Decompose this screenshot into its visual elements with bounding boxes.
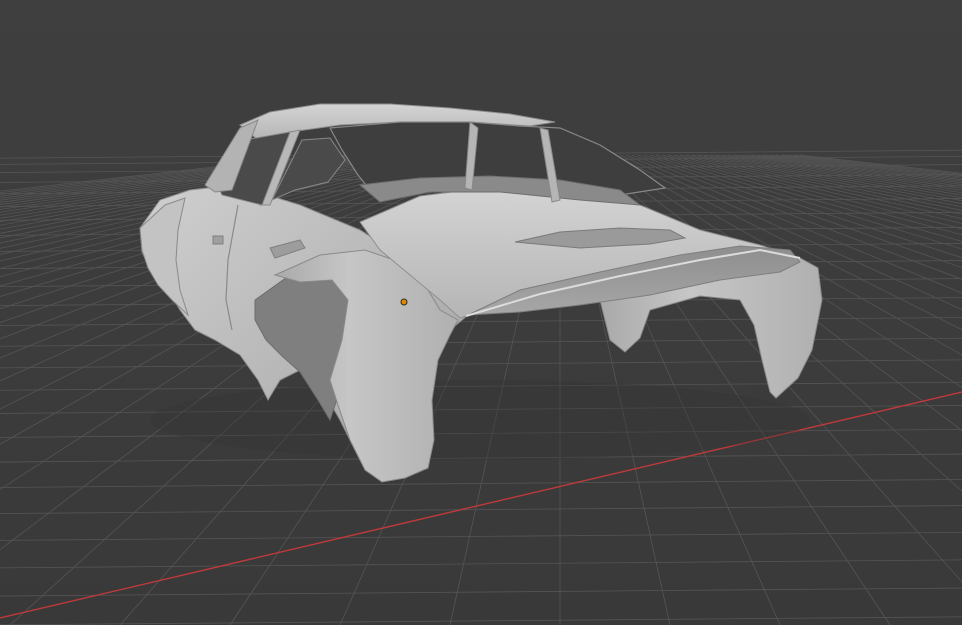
viewport-scene[interactable] [0, 0, 962, 625]
object-origin-dot [400, 298, 408, 306]
door-handle [212, 235, 224, 245]
model-shadow [150, 380, 810, 460]
3d-viewport[interactable] [0, 0, 962, 625]
